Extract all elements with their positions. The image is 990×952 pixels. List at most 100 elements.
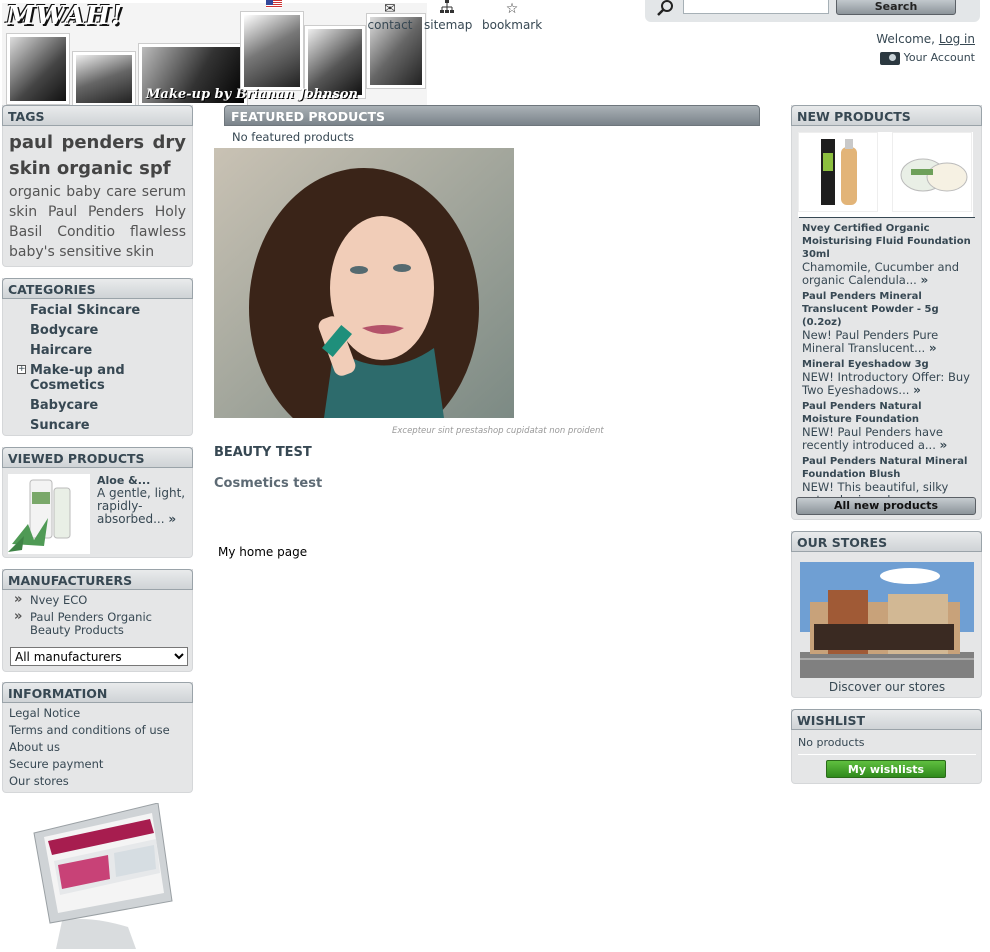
divider [799, 217, 975, 218]
expand-plus-icon[interactable]: + [17, 365, 26, 374]
cosmetics-test-heading: Cosmetics test [214, 476, 323, 491]
login-link[interactable]: Log in [939, 32, 975, 46]
new-product-desc: Chamomile, Cucumber and organic Calendul… [802, 261, 974, 287]
search-button[interactable]: Search [836, 0, 956, 15]
banner-subtitle: Make-up by Brianan Johnson [146, 87, 358, 102]
new-products-title: NEW PRODUCTS [791, 105, 982, 126]
new-product-desc-text: NEW! Introductory Offer: Buy Two Eyeshad… [802, 370, 970, 397]
account-icon [879, 51, 900, 65]
new-product-desc-text: New! Paul Penders Pure Mineral Transluce… [802, 328, 939, 355]
tag-cloud-small[interactable]: organic baby care serum skin Paul Pender… [9, 182, 186, 262]
tag-cloud-large[interactable]: paul penders dry skin organic spf [9, 130, 186, 182]
bookmark-star-icon: ☆ [505, 1, 519, 17]
category-facial-skincare[interactable]: Facial Skincare [30, 303, 192, 318]
your-account-label: Your Account [903, 51, 975, 64]
category-babycare[interactable]: Babycare [30, 398, 192, 413]
no-featured-text: No featured products [232, 130, 354, 144]
category-makeup[interactable]: + Make-up and Cosmetics [17, 363, 192, 393]
manufacturers-list: Nvey ECO Paul Penders Organic Beauty Pro… [3, 593, 192, 637]
more-arrow-icon[interactable]: » [168, 512, 176, 526]
sitemap-icon [424, 0, 470, 18]
new-product-item: Mineral Eyeshadow 3g NEW! Introductory O… [802, 358, 974, 397]
new-products-list: Nvey Certified Organic Moisturising Flui… [802, 222, 974, 510]
contact-icon: ✉ [384, 1, 396, 17]
category-suncare[interactable]: Suncare [30, 418, 192, 433]
info-our-stores[interactable]: Our stores [9, 775, 192, 788]
sitemap-link[interactable]: sitemap [424, 0, 473, 32]
bookmark-label: bookmark [482, 18, 543, 32]
viewed-products-block: VIEWED PRODUCTS Aloe &... A gentle, ligh… [2, 447, 193, 558]
info-secure-payment[interactable]: Secure payment [9, 758, 192, 771]
new-product-thumbnail[interactable] [798, 132, 878, 212]
welcome-text: Welcome, Log in [876, 32, 975, 46]
my-wishlists-button[interactable]: My wishlists [826, 760, 946, 778]
category-haircare[interactable]: Haircare [30, 343, 192, 358]
manufacturer-select[interactable]: All manufacturers [10, 647, 188, 666]
new-product-item: Paul Penders Mineral Translucent Powder … [802, 290, 974, 355]
search-icon [657, 0, 673, 16]
your-account-link[interactable]: Your Account [879, 51, 975, 65]
info-terms[interactable]: Terms and conditions of use [9, 724, 192, 737]
wishlist-block: WISHLIST No products My wishlists [791, 709, 982, 784]
info-legal-notice[interactable]: Legal Notice [9, 707, 192, 720]
category-makeup-label: Make-up and Cosmetics [30, 363, 125, 393]
our-stores-title: OUR STORES [791, 531, 982, 552]
tags-block: TAGS paul penders dry skin organic spf o… [2, 105, 193, 267]
contact-link[interactable]: ✉ contact [360, 0, 420, 32]
sitemap-label: sitemap [424, 18, 473, 32]
welcome-label: Welcome, [876, 32, 935, 46]
search-input[interactable] [683, 0, 829, 14]
manufacturer-item[interactable]: Paul Penders Organic Beauty Products [14, 610, 192, 637]
hero-makeup-image [214, 148, 514, 418]
information-title: INFORMATION [2, 682, 193, 703]
new-product-name[interactable]: Paul Penders Mineral Translucent Powder … [802, 290, 974, 329]
banner-photo [6, 33, 70, 105]
more-arrow-icon[interactable]: » [940, 438, 948, 452]
tags-title: TAGS [2, 105, 193, 126]
new-product-desc: New! Paul Penders Pure Mineral Transluce… [802, 329, 974, 355]
new-product-item: Paul Penders Natural Moisture Foundation… [802, 400, 974, 452]
wishlist-title: WISHLIST [791, 709, 982, 730]
computer-promo-image[interactable] [28, 802, 178, 949]
viewed-product-desc: A gentle, light, rapidly-absorbed... » [97, 487, 189, 526]
more-arrow-icon[interactable]: » [913, 383, 921, 397]
home-page-text: My home page [218, 545, 308, 559]
manufacturers-title: MANUFACTURERS [2, 569, 193, 590]
more-arrow-icon[interactable]: » [929, 341, 937, 355]
language-flag-icon[interactable] [266, 0, 282, 8]
divider [798, 754, 976, 755]
new-product-name[interactable]: Paul Penders Natural Mineral Foundation … [802, 455, 974, 481]
our-stores-block: OUR STORES Discover our stores [791, 531, 982, 698]
categories-list: Facial Skincare Bodycare Haircare + Make-… [3, 303, 192, 433]
manufacturer-item[interactable]: Nvey ECO [14, 593, 192, 607]
new-product-desc-text: NEW! Paul Penders have recently introduc… [802, 425, 943, 452]
new-product-item: Nvey Certified Organic Moisturising Flui… [802, 222, 974, 287]
category-bodycare[interactable]: Bodycare [30, 323, 192, 338]
new-products-images [798, 132, 973, 217]
banner-photo [72, 51, 136, 105]
manufacturers-block: MANUFACTURERS Nvey ECO Paul Penders Orga… [2, 569, 193, 672]
beauty-test-heading: BEAUTY TEST [214, 445, 312, 460]
all-new-products-button[interactable]: All new products [796, 497, 976, 515]
categories-title: CATEGORIES [2, 278, 193, 299]
contact-label: contact [367, 18, 413, 32]
categories-block: CATEGORIES Facial Skincare Bodycare Hair… [2, 278, 193, 436]
new-product-thumbnail[interactable] [892, 132, 972, 212]
info-about-us[interactable]: About us [9, 741, 192, 754]
discover-stores-link[interactable]: Discover our stores [792, 680, 982, 694]
banner-photo [240, 11, 304, 91]
viewed-product-thumbnail[interactable] [8, 474, 90, 554]
bookmark-link[interactable]: ☆ bookmark [482, 0, 542, 32]
wishlist-empty-text: No products [798, 736, 865, 749]
search-bar: Search [645, 0, 980, 22]
new-product-name[interactable]: Paul Penders Natural Moisture Foundation [802, 400, 974, 426]
new-product-desc: NEW! Paul Penders have recently introduc… [802, 426, 974, 452]
new-product-name[interactable]: Nvey Certified Organic Moisturising Flui… [802, 222, 974, 261]
new-products-block: NEW PRODUCTS Nvey Certified Organic Mois… [791, 105, 982, 520]
more-arrow-icon[interactable]: » [920, 273, 928, 287]
information-list: Legal Notice Terms and conditions of use… [3, 707, 192, 788]
hero-caption: Excepteur sint prestashop cupidatat non … [392, 426, 604, 436]
store-photo[interactable] [800, 562, 974, 678]
featured-products-title: FEATURED PRODUCTS [224, 105, 760, 126]
information-block: INFORMATION Legal Notice Terms and condi… [2, 682, 193, 793]
